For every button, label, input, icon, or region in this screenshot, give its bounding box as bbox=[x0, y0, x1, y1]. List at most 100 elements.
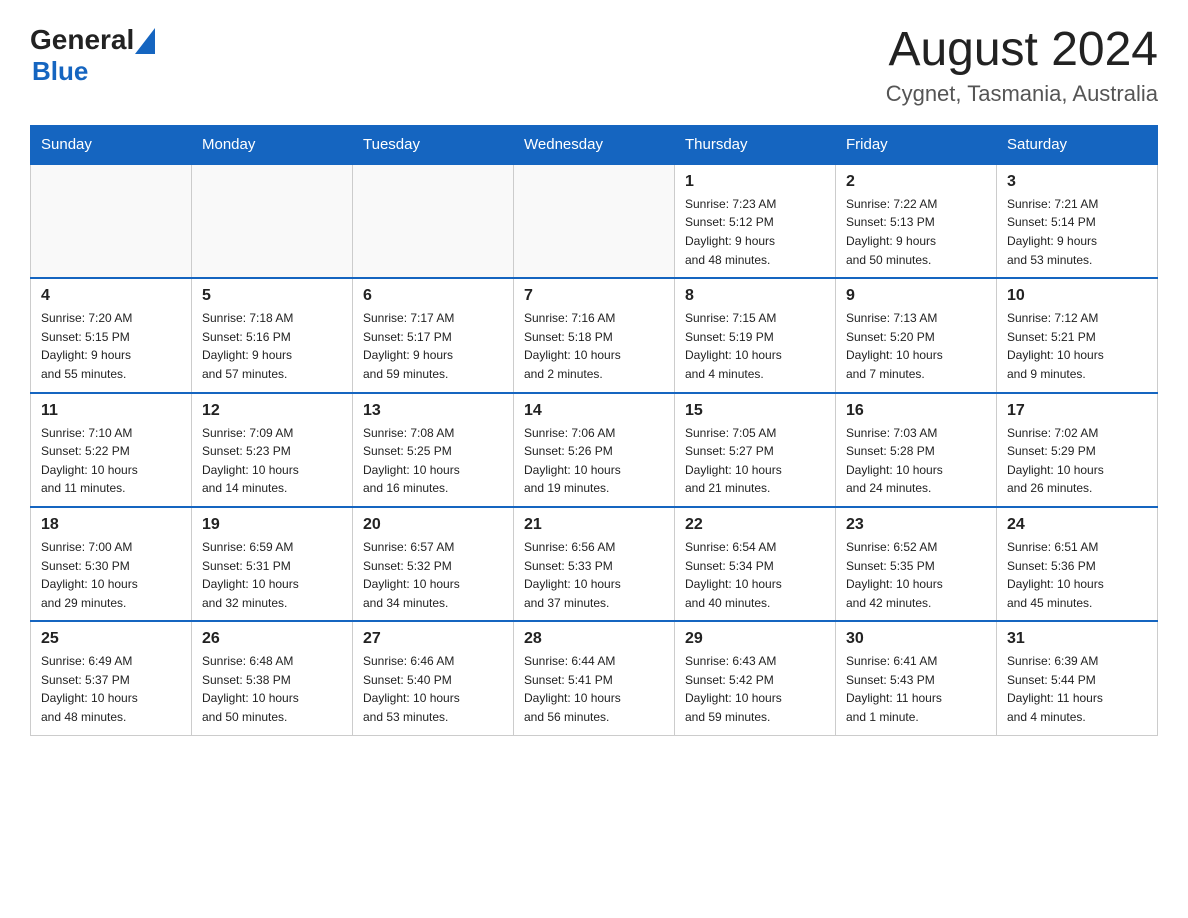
col-header-wednesday: Wednesday bbox=[514, 125, 675, 164]
day-info: Sunrise: 7:00 AM Sunset: 5:30 PM Dayligh… bbox=[41, 538, 181, 612]
calendar-cell: 1 Sunrise: 7:23 AM Sunset: 5:12 PM Daylig… bbox=[675, 164, 836, 278]
calendar-cell: 9 Sunrise: 7:13 AM Sunset: 5:20 PM Daylig… bbox=[836, 278, 997, 392]
calendar-week-row: 4Sunrise: 7:20 AM Sunset: 5:15 PM Daylig… bbox=[31, 278, 1158, 392]
day-info: Sunrise: 6:43 AM Sunset: 5:42 PM Dayligh… bbox=[685, 652, 825, 726]
day-number: 15 bbox=[685, 402, 825, 420]
logo-triangle-icon bbox=[135, 28, 155, 54]
day-number: 1 bbox=[685, 173, 825, 191]
day-number: 24 bbox=[1007, 516, 1147, 534]
col-header-thursday: Thursday bbox=[675, 125, 836, 164]
calendar-cell: 22Sunrise: 6:54 AM Sunset: 5:34 PM Dayli… bbox=[675, 507, 836, 621]
day-info: Sunrise: 7:08 AM Sunset: 5:25 PM Dayligh… bbox=[363, 424, 503, 498]
calendar-cell: 14 Sunrise: 7:06 AM Sunset: 5:26 PM Dayli… bbox=[514, 393, 675, 507]
day-info: Sunrise: 6:51 AM Sunset: 5:36 PM Dayligh… bbox=[1007, 538, 1147, 612]
page-header: General Blue August 2024 Cygnet, Tasmani… bbox=[30, 24, 1158, 107]
day-info: Sunrise: 7:22 AM Sunset: 5:13 PM Dayligh… bbox=[846, 195, 986, 269]
calendar-cell: 17 Sunrise: 7:02 AM Sunset: 5:29 PM Dayli… bbox=[997, 393, 1158, 507]
day-number: 31 bbox=[1007, 630, 1147, 648]
calendar-cell: 24 Sunrise: 6:51 AM Sunset: 5:36 PM Dayli… bbox=[997, 507, 1158, 621]
calendar-cell: 10 Sunrise: 7:12 AM Sunset: 5:21 PM Dayli… bbox=[997, 278, 1158, 392]
day-info: Sunrise: 7:17 AM Sunset: 5:17 PM Dayligh… bbox=[363, 309, 503, 383]
day-info: Sunrise: 7:10 AM Sunset: 5:22 PM Dayligh… bbox=[41, 424, 181, 498]
calendar-cell: 16 Sunrise: 7:03 AM Sunset: 5:28 PM Dayli… bbox=[836, 393, 997, 507]
day-info: Sunrise: 6:48 AM Sunset: 5:38 PM Dayligh… bbox=[202, 652, 342, 726]
day-number: 29 bbox=[685, 630, 825, 648]
day-number: 27 bbox=[363, 630, 503, 648]
calendar-cell: 3 Sunrise: 7:21 AM Sunset: 5:14 PM Daylig… bbox=[997, 164, 1158, 278]
col-header-friday: Friday bbox=[836, 125, 997, 164]
col-header-sunday: Sunday bbox=[31, 125, 192, 164]
day-info: Sunrise: 6:46 AM Sunset: 5:40 PM Dayligh… bbox=[363, 652, 503, 726]
day-info: Sunrise: 7:09 AM Sunset: 5:23 PM Dayligh… bbox=[202, 424, 342, 498]
calendar-cell: 8 Sunrise: 7:15 AM Sunset: 5:19 PM Daylig… bbox=[675, 278, 836, 392]
day-info: Sunrise: 6:39 AM Sunset: 5:44 PM Dayligh… bbox=[1007, 652, 1147, 726]
calendar-cell: 12 Sunrise: 7:09 AM Sunset: 5:23 PM Dayli… bbox=[192, 393, 353, 507]
day-number: 2 bbox=[846, 173, 986, 191]
day-number: 11 bbox=[41, 402, 181, 420]
calendar-cell: 25Sunrise: 6:49 AM Sunset: 5:37 PM Dayli… bbox=[31, 621, 192, 735]
calendar-cell: 27 Sunrise: 6:46 AM Sunset: 5:40 PM Dayli… bbox=[353, 621, 514, 735]
calendar-cell: 30Sunrise: 6:41 AM Sunset: 5:43 PM Dayli… bbox=[836, 621, 997, 735]
day-info: Sunrise: 7:06 AM Sunset: 5:26 PM Dayligh… bbox=[524, 424, 664, 498]
day-info: Sunrise: 7:16 AM Sunset: 5:18 PM Dayligh… bbox=[524, 309, 664, 383]
calendar-cell: 28Sunrise: 6:44 AM Sunset: 5:41 PM Dayli… bbox=[514, 621, 675, 735]
calendar-cell: 2 Sunrise: 7:22 AM Sunset: 5:13 PM Daylig… bbox=[836, 164, 997, 278]
day-number: 8 bbox=[685, 287, 825, 305]
day-info: Sunrise: 6:49 AM Sunset: 5:37 PM Dayligh… bbox=[41, 652, 181, 726]
col-header-tuesday: Tuesday bbox=[353, 125, 514, 164]
calendar-cell: 11 Sunrise: 7:10 AM Sunset: 5:22 PM Dayli… bbox=[31, 393, 192, 507]
location-text: Cygnet, Tasmania, Australia bbox=[886, 81, 1158, 107]
calendar-cell: 29 Sunrise: 6:43 AM Sunset: 5:42 PM Dayli… bbox=[675, 621, 836, 735]
day-number: 17 bbox=[1007, 402, 1147, 420]
day-info: Sunrise: 7:12 AM Sunset: 5:21 PM Dayligh… bbox=[1007, 309, 1147, 383]
day-info: Sunrise: 7:03 AM Sunset: 5:28 PM Dayligh… bbox=[846, 424, 986, 498]
calendar-week-row: 1 Sunrise: 7:23 AM Sunset: 5:12 PM Daylig… bbox=[31, 164, 1158, 278]
day-number: 3 bbox=[1007, 173, 1147, 191]
calendar-cell: 5 Sunrise: 7:18 AM Sunset: 5:16 PM Daylig… bbox=[192, 278, 353, 392]
day-number: 20 bbox=[363, 516, 503, 534]
header-right: August 2024 Cygnet, Tasmania, Australia bbox=[886, 24, 1158, 107]
day-info: Sunrise: 7:13 AM Sunset: 5:20 PM Dayligh… bbox=[846, 309, 986, 383]
day-info: Sunrise: 6:41 AM Sunset: 5:43 PM Dayligh… bbox=[846, 652, 986, 726]
calendar-cell bbox=[192, 164, 353, 278]
calendar-cell: 21Sunrise: 6:56 AM Sunset: 5:33 PM Dayli… bbox=[514, 507, 675, 621]
month-title: August 2024 bbox=[886, 24, 1158, 77]
col-header-saturday: Saturday bbox=[997, 125, 1158, 164]
day-number: 9 bbox=[846, 287, 986, 305]
day-number: 16 bbox=[846, 402, 986, 420]
day-number: 21 bbox=[524, 516, 664, 534]
day-info: Sunrise: 7:05 AM Sunset: 5:27 PM Dayligh… bbox=[685, 424, 825, 498]
calendar-cell: 20Sunrise: 6:57 AM Sunset: 5:32 PM Dayli… bbox=[353, 507, 514, 621]
day-number: 7 bbox=[524, 287, 664, 305]
calendar-cell: 18 Sunrise: 7:00 AM Sunset: 5:30 PM Dayli… bbox=[31, 507, 192, 621]
day-info: Sunrise: 7:20 AM Sunset: 5:15 PM Dayligh… bbox=[41, 309, 181, 383]
day-number: 14 bbox=[524, 402, 664, 420]
calendar-week-row: 25Sunrise: 6:49 AM Sunset: 5:37 PM Dayli… bbox=[31, 621, 1158, 735]
day-number: 19 bbox=[202, 516, 342, 534]
day-info: Sunrise: 6:52 AM Sunset: 5:35 PM Dayligh… bbox=[846, 538, 986, 612]
day-number: 18 bbox=[41, 516, 181, 534]
calendar-cell bbox=[353, 164, 514, 278]
calendar-cell: 7 Sunrise: 7:16 AM Sunset: 5:18 PM Daylig… bbox=[514, 278, 675, 392]
calendar-cell: 6 Sunrise: 7:17 AM Sunset: 5:17 PM Daylig… bbox=[353, 278, 514, 392]
day-number: 22 bbox=[685, 516, 825, 534]
day-info: Sunrise: 7:02 AM Sunset: 5:29 PM Dayligh… bbox=[1007, 424, 1147, 498]
day-number: 6 bbox=[363, 287, 503, 305]
day-info: Sunrise: 7:15 AM Sunset: 5:19 PM Dayligh… bbox=[685, 309, 825, 383]
day-number: 13 bbox=[363, 402, 503, 420]
calendar-cell: 26 Sunrise: 6:48 AM Sunset: 5:38 PM Dayli… bbox=[192, 621, 353, 735]
day-number: 23 bbox=[846, 516, 986, 534]
day-info: Sunrise: 7:23 AM Sunset: 5:12 PM Dayligh… bbox=[685, 195, 825, 269]
day-number: 10 bbox=[1007, 287, 1147, 305]
day-number: 26 bbox=[202, 630, 342, 648]
col-header-monday: Monday bbox=[192, 125, 353, 164]
day-info: Sunrise: 7:21 AM Sunset: 5:14 PM Dayligh… bbox=[1007, 195, 1147, 269]
calendar-header-row: SundayMondayTuesdayWednesdayThursdayFrid… bbox=[31, 125, 1158, 164]
calendar-cell: 15 Sunrise: 7:05 AM Sunset: 5:27 PM Dayli… bbox=[675, 393, 836, 507]
calendar-cell: 4Sunrise: 7:20 AM Sunset: 5:15 PM Daylig… bbox=[31, 278, 192, 392]
day-number: 12 bbox=[202, 402, 342, 420]
day-info: Sunrise: 7:18 AM Sunset: 5:16 PM Dayligh… bbox=[202, 309, 342, 383]
calendar-cell bbox=[514, 164, 675, 278]
day-number: 5 bbox=[202, 287, 342, 305]
calendar-cell: 31 Sunrise: 6:39 AM Sunset: 5:44 PM Dayli… bbox=[997, 621, 1158, 735]
